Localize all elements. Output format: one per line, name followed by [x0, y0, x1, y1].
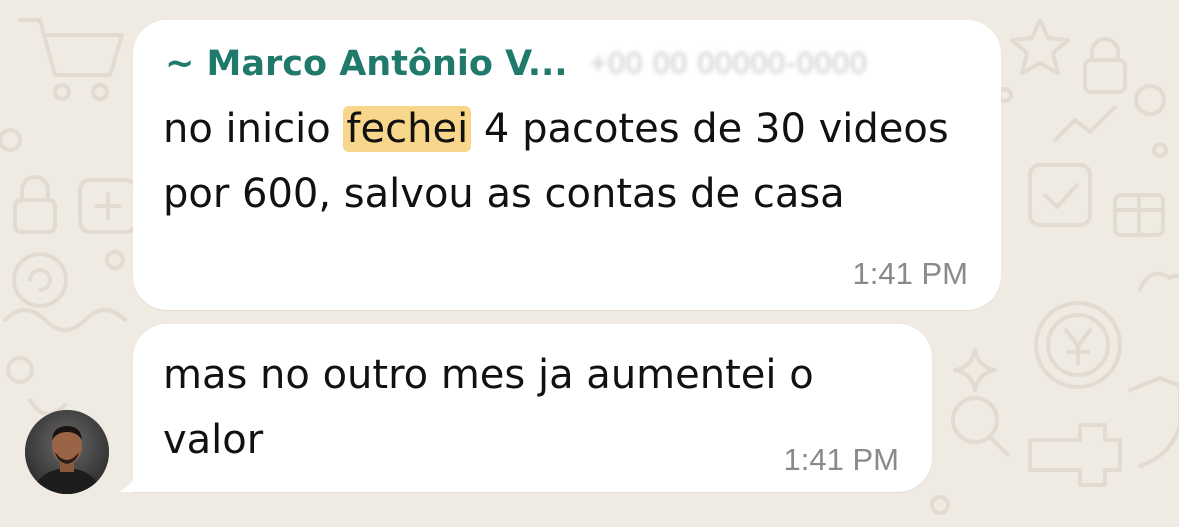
- search-doodle-icon: [951, 396, 1010, 457]
- search-highlight: fechei: [343, 106, 472, 152]
- avatar[interactable]: [25, 410, 109, 494]
- chart-doodle-icon: [1053, 84, 1166, 142]
- cloud-doodle-icon: [1138, 271, 1179, 292]
- shield-doodle-icon: [1128, 376, 1179, 468]
- message-bubble-1[interactable]: ~ Marco Antônio V... +00 00 00000-0000 n…: [133, 20, 1001, 310]
- wave-doodle-icon: [3, 308, 127, 416]
- message-text-1: no inicio fechei 4 pacotes de 30 videos …: [163, 97, 963, 227]
- sender-row: ~ Marco Antônio V... +00 00 00000-0000: [165, 42, 868, 86]
- sparkle-doodle-icon: [953, 348, 997, 392]
- cart-doodle-icon: [18, 18, 124, 101]
- sender-phone-redacted: +00 00 00000-0000: [589, 47, 868, 80]
- message-bubble-2[interactable]: mas no outro mes ja aumentei o valor 1:4…: [133, 324, 932, 492]
- message-timestamp-2: 1:41 PM: [783, 442, 899, 477]
- yen-coin-doodle-icon: [1034, 301, 1122, 389]
- avatar-person-icon: [25, 410, 109, 494]
- circle-doodle-icon: [0, 128, 125, 384]
- plus-doodle-icon: [1028, 423, 1122, 487]
- box-doodle-icon: [1028, 163, 1092, 227]
- refresh-doodle-icon: [12, 252, 68, 308]
- asterisk-doodle-icon: [78, 178, 138, 234]
- star-doodle-icon: [1010, 18, 1070, 75]
- message-text-1-start: no inicio: [163, 106, 344, 152]
- message-timestamp-1: 1:41 PM: [852, 256, 968, 291]
- sender-name[interactable]: ~ Marco Antônio V...: [165, 44, 568, 84]
- gift-doodle-icon: [1113, 193, 1165, 237]
- padlock-doodle-icon: [1083, 37, 1127, 94]
- lock-doodle-icon: [13, 175, 57, 234]
